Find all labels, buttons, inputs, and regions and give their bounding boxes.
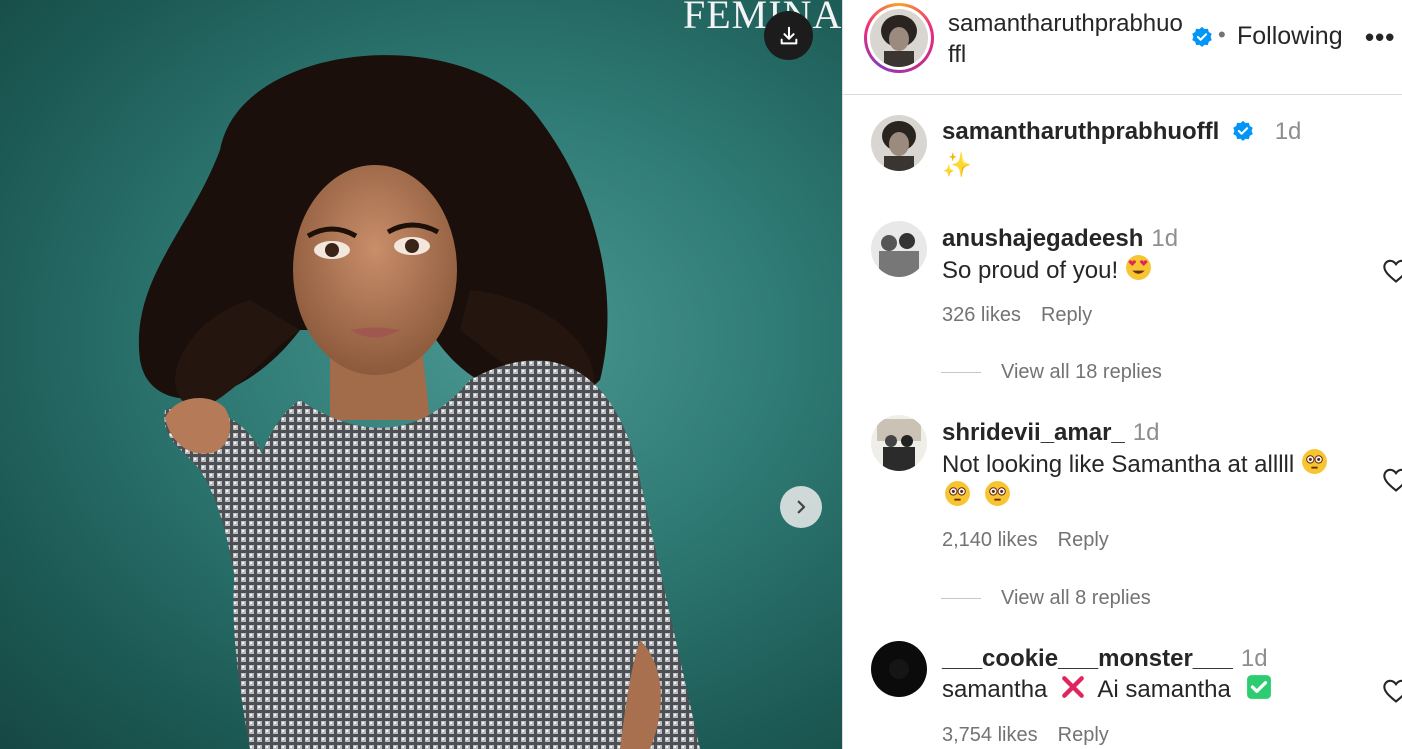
flushed-face-emoji [1301, 449, 1327, 474]
author-story-ring[interactable] [864, 3, 934, 73]
comment-meta: 2,140 likes Reply [942, 529, 1109, 552]
download-icon [780, 26, 797, 44]
likes-count[interactable]: 2,140 likes [942, 529, 1038, 551]
comment-time[interactable]: 1d [1151, 225, 1178, 252]
like-heart-icon[interactable] [1382, 678, 1402, 704]
check-mark-button-emoji [1246, 675, 1271, 699]
comment-username[interactable]: anushajegadeesh [942, 225, 1143, 252]
chevron-right-icon [797, 500, 806, 514]
caption-time[interactable]: 1d [1275, 118, 1302, 145]
comment-item: ___cookie___monster___ 1d samantha Ai sam… [871, 641, 1402, 749]
cross-mark-emoji [1062, 676, 1084, 698]
verified-badge-icon [1192, 26, 1212, 47]
like-heart-icon[interactable] [1382, 467, 1402, 493]
view-replies-button[interactable]: View all 18 replies [941, 361, 1162, 384]
view-replies-button[interactable]: View all 8 replies [941, 587, 1151, 610]
comment-username-line: anushajegadeesh 1d [942, 225, 1178, 253]
comment-item: shridevii_amar_ 1d Not looking like Saman… [871, 415, 1402, 615]
likes-count[interactable]: 326 likes [942, 304, 1021, 326]
magazine-masthead: FEMINA [683, 0, 842, 37]
comment-item: anushajegadeesh 1d So proud of you! 326 l… [871, 221, 1402, 391]
comment-text-part: samantha [942, 676, 1048, 703]
commenter-avatar[interactable] [871, 641, 927, 697]
flushed-face-emoji [945, 481, 970, 506]
comment-username-line: shridevii_amar_ 1d [942, 419, 1159, 447]
reply-button[interactable]: Reply [1058, 529, 1109, 551]
caption-row: samantharuthprabhuoffl 1d ✨ [871, 115, 1391, 185]
comment-time[interactable]: 1d [1133, 419, 1160, 446]
flushed-face-emoji [984, 481, 1010, 506]
comments-panel: samantharuthprabhuoffl • Following ••• s… [842, 0, 1402, 749]
commenter-avatar[interactable] [871, 415, 927, 471]
like-heart-icon[interactable] [1382, 258, 1402, 284]
next-image-button[interactable] [780, 486, 822, 528]
replies-divider [941, 372, 981, 373]
following-button[interactable]: Following [1237, 22, 1343, 51]
reply-button[interactable]: Reply [1058, 724, 1109, 746]
comment-text: Not looking like Samantha at alllll [942, 448, 1342, 512]
comment-username[interactable]: shridevii_amar_ [942, 419, 1125, 446]
comment-username-line: ___cookie___monster___ 1d [942, 645, 1268, 673]
caption-username[interactable]: samantharuthprabhuoffl [942, 118, 1219, 145]
download-button[interactable] [764, 11, 813, 60]
comment-time[interactable]: 1d [1241, 645, 1268, 672]
post-media[interactable]: FEMINA [0, 0, 842, 749]
reply-button[interactable]: Reply [1041, 304, 1092, 326]
author-username[interactable]: samantharuthprabhuoffl [948, 8, 1188, 70]
caption-avatar[interactable] [871, 115, 927, 171]
comment-text-content: So proud of you! [942, 257, 1119, 284]
comment-meta: 326 likes Reply [942, 304, 1092, 327]
comment-text: So proud of you! [942, 254, 1152, 286]
more-options-button[interactable]: ••• [1365, 22, 1395, 53]
verified-badge-icon [1233, 120, 1253, 141]
heart-eyes-emoji [1125, 255, 1151, 280]
replies-divider [941, 598, 981, 599]
comment-text-part: Ai samantha [1097, 676, 1231, 703]
post-header: samantharuthprabhuoffl • Following ••• [843, 0, 1402, 95]
view-replies-label: View all 18 replies [1001, 361, 1162, 383]
comment-meta: 3,754 likes Reply [942, 724, 1109, 747]
header-separator: • [1218, 22, 1226, 47]
post-photo [138, 55, 700, 749]
caption-text: ✨ [942, 152, 972, 179]
caption-username-line: samantharuthprabhuoffl 1d [942, 118, 1301, 146]
view-replies-label: View all 8 replies [1001, 587, 1151, 609]
likes-count[interactable]: 3,754 likes [942, 724, 1038, 746]
commenter-avatar[interactable] [871, 221, 927, 277]
comment-username[interactable]: ___cookie___monster___ [942, 645, 1233, 672]
comment-text-content: Not looking like Samantha at alllll [942, 451, 1295, 478]
comment-text: samantha Ai samantha [942, 674, 1272, 705]
author-avatar [870, 9, 928, 67]
